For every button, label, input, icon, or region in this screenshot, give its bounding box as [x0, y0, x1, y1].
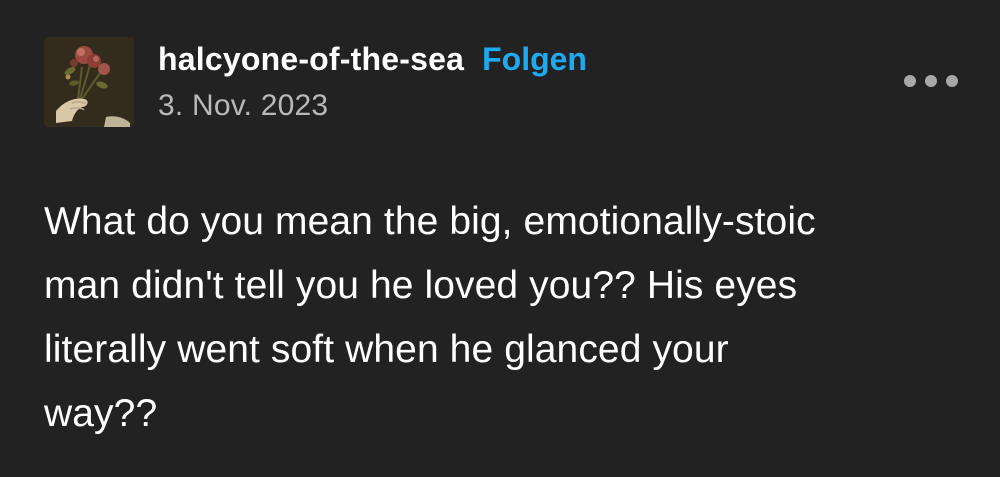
post-body-line: What do you mean the big, emotionally-st…: [44, 200, 816, 243]
follow-button[interactable]: Folgen: [482, 41, 587, 78]
post-body: What do you mean the big, emotionally-st…: [44, 190, 964, 446]
post-body-line: way??: [44, 392, 158, 435]
post-body-line: literally went soft when he glanced your: [44, 328, 729, 371]
post-meta: halcyone-of-the-sea Folgen 3. Nov. 2023: [158, 37, 587, 123]
avatar[interactable]: [44, 37, 134, 127]
username[interactable]: halcyone-of-the-sea: [158, 41, 464, 78]
post-card: halcyone-of-the-sea Folgen 3. Nov. 2023 …: [0, 0, 1000, 477]
more-options-icon: [904, 75, 916, 87]
more-options-button[interactable]: [904, 68, 958, 94]
more-options-icon: [925, 75, 937, 87]
post-header: halcyone-of-the-sea Folgen 3. Nov. 2023: [44, 37, 587, 127]
post-body-line: man didn't tell you he loved you?? His e…: [44, 264, 798, 307]
more-options-icon: [946, 75, 958, 87]
name-row: halcyone-of-the-sea Folgen: [158, 41, 587, 87]
post-date: 3. Nov. 2023: [158, 89, 329, 122]
